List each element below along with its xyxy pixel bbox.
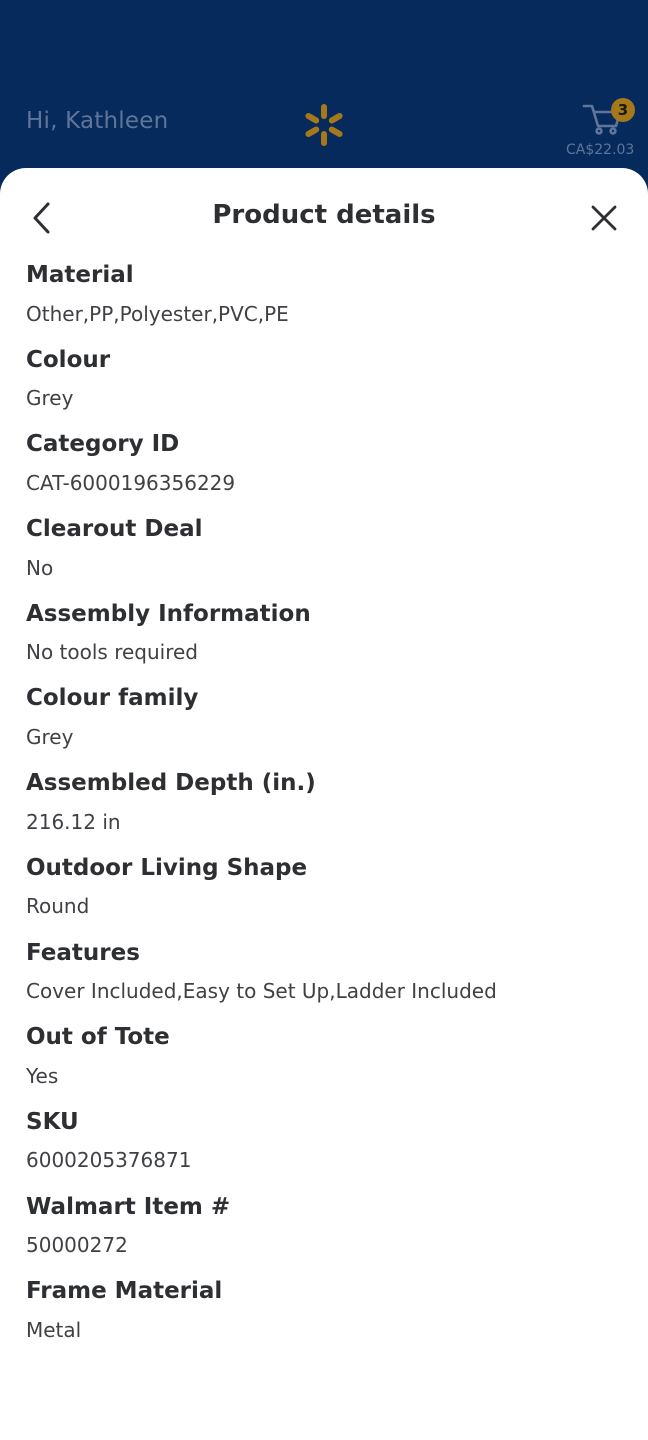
cart-total: CA$22.03 — [566, 142, 635, 158]
detail-row-colour: Colour Grey — [26, 345, 622, 430]
close-icon[interactable] — [588, 202, 620, 234]
details-list: Material Other,PP,Polyester,PVC,PE Colou… — [26, 260, 622, 1361]
detail-value: Metal — [26, 1317, 82, 1342]
detail-row-sku: SKU 6000205376871 — [26, 1107, 622, 1192]
detail-label: Category ID — [26, 431, 180, 458]
detail-row-assembly-information: Assembly Information No tools required — [26, 599, 622, 684]
detail-row-clearout-deal: Clearout Deal No — [26, 514, 622, 599]
detail-label: Colour — [26, 346, 111, 373]
detail-value: No tools required — [26, 640, 199, 665]
detail-value: No — [26, 555, 54, 580]
detail-row-assembled-depth: Assembled Depth (in.) 216.12 in — [26, 768, 622, 853]
detail-row-outdoor-living-shape: Outdoor Living Shape Round — [26, 853, 622, 938]
detail-value: 50000272 — [26, 1233, 128, 1258]
detail-label: Clearout Deal — [26, 516, 203, 543]
detail-row-out-of-tote: Out of Tote Yes — [26, 1022, 622, 1107]
detail-value: CAT-6000196356229 — [26, 470, 236, 495]
detail-value: Cover Included,Easy to Set Up,Ladder Inc… — [26, 979, 497, 1004]
detail-value: Grey — [26, 725, 74, 750]
detail-label: Assembly Information — [26, 600, 311, 627]
detail-value: Yes — [26, 1063, 59, 1088]
detail-label: Outdoor Living Shape — [26, 854, 308, 881]
detail-label: SKU — [26, 1108, 79, 1135]
cart-count-badge: 3 — [611, 98, 635, 122]
page-title: Product details — [212, 200, 436, 230]
detail-row-walmart-item: Walmart Item # 50000272 — [26, 1192, 622, 1277]
detail-label: Colour family — [26, 685, 199, 712]
detail-row-features: Features Cover Included,Easy to Set Up,L… — [26, 938, 622, 1023]
detail-label: Frame Material — [26, 1278, 223, 1305]
greeting-text[interactable]: Hi, Kathleen — [26, 108, 168, 134]
detail-label: Features — [26, 939, 140, 966]
detail-value: Other,PP,Polyester,PVC,PE — [26, 301, 289, 326]
detail-value: 6000205376871 — [26, 1148, 192, 1173]
detail-row-category-id: Category ID CAT-6000196356229 — [26, 429, 622, 514]
detail-label: Assembled Depth (in.) — [26, 770, 316, 797]
detail-row-material: Material Other,PP,Polyester,PVC,PE — [26, 260, 622, 345]
detail-label: Out of Tote — [26, 1024, 170, 1051]
detail-row-frame-material: Frame Material Metal — [26, 1276, 622, 1361]
detail-row-colour-family: Colour family Grey — [26, 683, 622, 768]
detail-value: 216.12 in — [26, 809, 121, 834]
detail-label: Walmart Item # — [26, 1193, 231, 1220]
detail-label: Material — [26, 262, 134, 288]
walmart-spark-icon[interactable] — [302, 103, 346, 147]
product-details-sheet: Product details Material Other,PP,Polyes… — [0, 168, 648, 1440]
detail-value: Round — [26, 894, 90, 919]
detail-value: Grey — [26, 386, 74, 411]
